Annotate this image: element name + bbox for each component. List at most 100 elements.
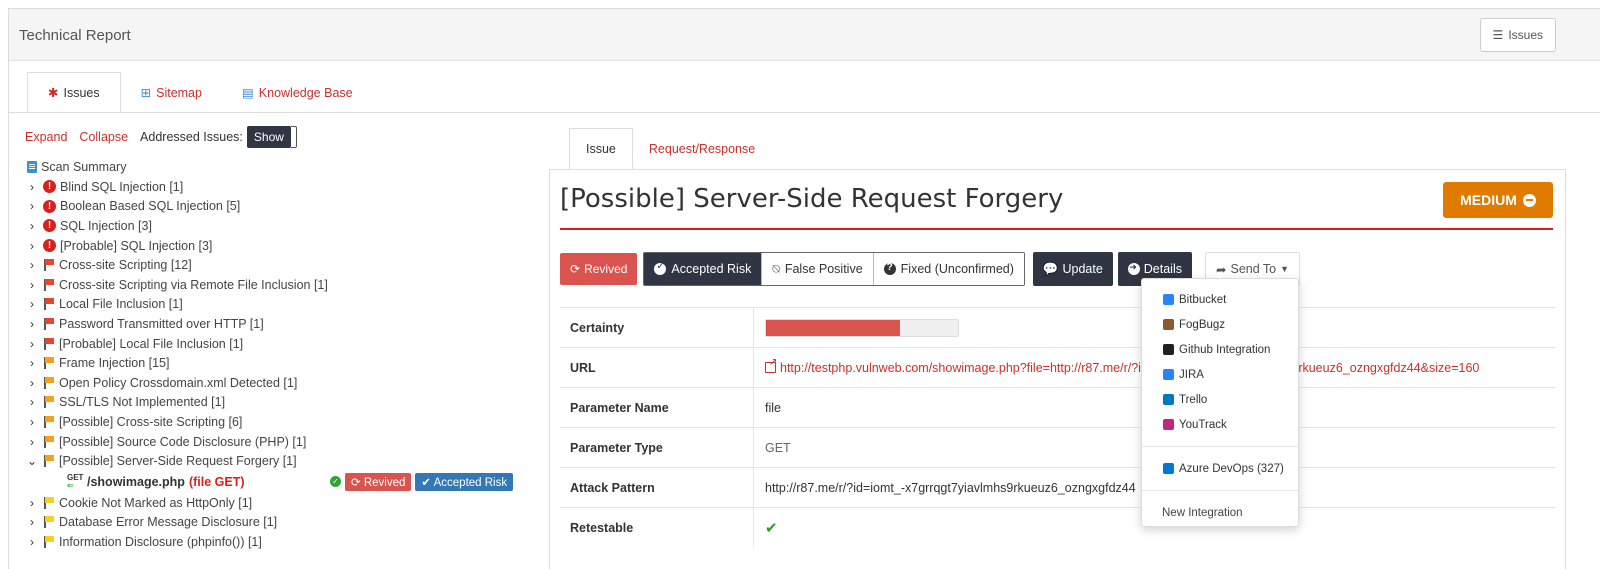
tree-item-label: Boolean Based SQL Injection [5] (60, 199, 241, 214)
issues-button-label: Issues (1508, 28, 1543, 42)
low-severity-flag-icon (43, 516, 55, 529)
caret-down-icon: ▼ (1280, 264, 1290, 274)
issues-tree-panel: Expand Collapse Addressed Issues: Show S… (25, 125, 545, 552)
certainty-bar (765, 318, 959, 337)
tree-items: ›! Blind SQL Injection [1] ›! Boolean Based… (25, 177, 545, 471)
arrow-circle-icon (1127, 262, 1140, 275)
chevron-right-icon[interactable]: › (25, 219, 39, 233)
jira-icon (1163, 369, 1174, 380)
accepted-risk-button[interactable]: Accepted Risk (644, 253, 762, 285)
tree-item[interactable]: › Information Disclosure (phpinfo()) [1] (25, 532, 545, 552)
send-to-youtrack[interactable]: YouTrack (1142, 412, 1298, 437)
critical-severity-icon: ! (43, 180, 56, 194)
critical-severity-icon: ! (43, 239, 56, 253)
parameter-type-label: Parameter Type (570, 440, 663, 455)
tab-sitemap[interactable]: ⊞ Sitemap (121, 72, 222, 113)
retestable-row: Retestable ✔ (560, 507, 1555, 547)
scan-summary-node[interactable]: Scan Summary (27, 157, 545, 177)
url-link[interactable]: http://testphp.vulnweb.com/showimage.php… (765, 357, 1480, 375)
chevron-right-icon[interactable]: › (25, 395, 39, 409)
tree-item[interactable]: ›! [Probable] SQL Injection [3] (25, 236, 545, 256)
tree-item-label: Database Error Message Disclosure [1] (59, 515, 278, 530)
chevron-down-icon[interactable]: ⌄ (25, 454, 39, 468)
details-button-label: Details (1143, 262, 1182, 276)
chevron-right-icon[interactable]: › (25, 180, 39, 194)
chevron-right-icon[interactable]: › (25, 515, 39, 529)
tree-item[interactable]: › SSL/TLS Not Implemented [1] (25, 393, 545, 413)
tree-item[interactable]: ›! SQL Injection [3] (25, 216, 545, 236)
tree-item[interactable]: › Password Transmitted over HTTP [1] (25, 314, 545, 334)
issue-details-table: Certainty URL http://testphp.vulnweb.com… (560, 307, 1555, 547)
tree-item[interactable]: › Cookie Not Marked as HttpOnly [1] (25, 493, 545, 513)
severity-label: MEDIUM (1460, 192, 1517, 208)
chevron-right-icon[interactable]: › (25, 376, 39, 390)
check-circle-icon: ✓ (330, 476, 341, 488)
tab-request-response[interactable]: Request/Response (633, 128, 771, 170)
chevron-right-icon[interactable]: › (25, 356, 39, 370)
url-label: URL (570, 360, 596, 375)
collapse-link[interactable]: Collapse (79, 130, 128, 144)
tree-items-after: › Cookie Not Marked as HttpOnly [1] › Datab… (25, 493, 545, 552)
tree-item[interactable]: › Cross-site Scripting [12] (25, 255, 545, 275)
fixed-unconfirmed-button[interactable]: Fixed (Unconfirmed) (872, 253, 1024, 285)
high-severity-flag-icon (43, 298, 55, 311)
chevron-right-icon[interactable]: › (25, 278, 39, 292)
addressed-issues-toggle[interactable]: Show (246, 126, 297, 148)
certainty-row: Certainty (560, 307, 1555, 347)
chevron-right-icon[interactable]: › (25, 435, 39, 449)
tree-sub-item[interactable]: GET ⇐ /showimage.php (file GET) ✓ ⟳ Reviv… (67, 471, 545, 493)
parameter-name-row: Parameter Name file (560, 387, 1555, 427)
tab-issues[interactable]: ✱ Issues (27, 72, 121, 113)
tree-item-label: Cross-site Scripting via Remote File Inc… (59, 277, 328, 292)
tabs-divider (9, 112, 1600, 113)
send-to-bitbucket[interactable]: Bitbucket (1142, 287, 1298, 312)
tab-issue[interactable]: Issue (569, 128, 633, 170)
chevron-right-icon[interactable]: › (25, 258, 39, 272)
medium-severity-flag-icon (43, 455, 55, 468)
report-frame: Technical Report ☰ Issues ✱ Issues ⊞ Sit… (8, 8, 1600, 569)
update-button[interactable]: 💬 Update (1032, 252, 1113, 286)
issues-button[interactable]: ☰ Issues (1479, 18, 1556, 52)
chevron-right-icon[interactable]: › (25, 317, 39, 331)
send-to-fogbugz[interactable]: FogBugz (1142, 312, 1298, 337)
revived-badge-label: Revived (363, 476, 406, 489)
send-to-item-label: FogBugz (1179, 318, 1226, 331)
tree-item-label: Frame Injection [15] (59, 356, 170, 371)
tree-item[interactable]: ›! Boolean Based SQL Injection [5] (25, 197, 545, 217)
tree-item[interactable]: ⌄ [Possible] Server-Side Request Forgery … (25, 451, 545, 471)
medium-severity-flag-icon (43, 376, 55, 389)
tab-knowledge-base[interactable]: ▤ Knowledge Base (222, 72, 373, 113)
tree-item[interactable]: › Local File Inclusion [1] (25, 295, 545, 315)
check-circle-icon (654, 261, 667, 275)
send-to-trello[interactable]: Trello (1142, 387, 1298, 412)
tree-item[interactable]: ›! Blind SQL Injection [1] (25, 177, 545, 197)
update-button-label: Update (1062, 262, 1103, 276)
revived-button[interactable]: ⟳ Revived (560, 253, 638, 285)
expand-link[interactable]: Expand (25, 130, 67, 144)
chevron-right-icon[interactable]: › (25, 239, 39, 253)
top-bar: Technical Report ☰ Issues (9, 9, 1600, 61)
send-to-azure-devops[interactable]: Azure DevOps (327) (1142, 456, 1298, 481)
chevron-right-icon[interactable]: › (25, 415, 39, 429)
tree-item[interactable]: › [Possible] Source Code Disclosure (PHP)… (25, 432, 545, 452)
tree-item[interactable]: › [Possible] Cross-site Scripting [6] (25, 412, 545, 432)
send-to-dropdown: Bitbucket FogBugz Github Integration JIRA Tr… (1141, 278, 1299, 527)
false-positive-button[interactable]: ⍉ False Positive (761, 253, 873, 285)
send-to-github-integration[interactable]: Github Integration (1142, 337, 1298, 362)
dropdown-divider (1142, 446, 1298, 447)
tree-item[interactable]: › Database Error Message Disclosure [1] (25, 513, 545, 533)
url-value: http://testphp.vulnweb.com/showimage.php… (780, 360, 1480, 375)
chevron-right-icon[interactable]: › (25, 496, 39, 510)
tree-item[interactable]: › [Probable] Local File Inclusion [1] (25, 334, 545, 354)
tree-item-label: [Probable] Local File Inclusion [1] (59, 336, 244, 351)
tree-item[interactable]: › Frame Injection [15] (25, 353, 545, 373)
chevron-right-icon[interactable]: › (25, 535, 39, 549)
chevron-right-icon[interactable]: › (25, 297, 39, 311)
new-integration-link[interactable]: New Integration (1142, 500, 1298, 526)
status-button-group: Accepted Risk ⍉ False Positive Fixed (Un… (643, 252, 1025, 286)
send-to-jira[interactable]: JIRA (1142, 362, 1298, 387)
chevron-right-icon[interactable]: › (25, 199, 39, 213)
tree-item[interactable]: › Cross-site Scripting via Remote File In… (25, 275, 545, 295)
tree-item[interactable]: › Open Policy Crossdomain.xml Detected [1… (25, 373, 545, 393)
chevron-right-icon[interactable]: › (25, 337, 39, 351)
